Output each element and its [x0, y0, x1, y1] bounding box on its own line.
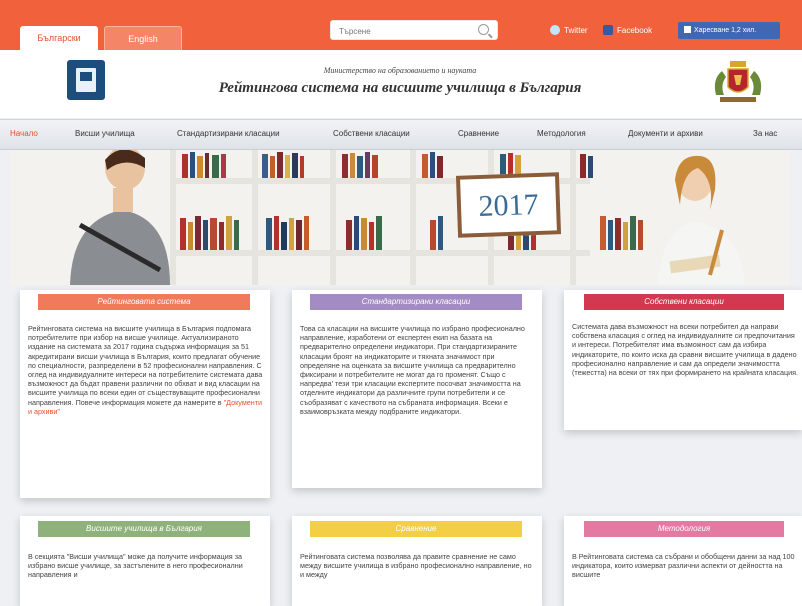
nav-item-about[interactable]: За нас [753, 129, 777, 138]
hero-banner: 2017 [10, 150, 790, 285]
site-title: Рейтингова система на висшите училища в … [218, 80, 582, 96]
facebook-icon [603, 25, 613, 35]
nav-item-methodology[interactable]: Методология [537, 129, 586, 138]
ministry-name: Министерство на образованието и науката [323, 66, 477, 75]
main-navigation: Начало Висши училища Стандартизирани кла… [0, 119, 802, 150]
facebook-like-button[interactable]: Харесване 1,2 хил. [678, 22, 780, 39]
card-standard-rankings: Стандартизирани класации Това са класаци… [292, 290, 542, 488]
twitter-label: Twitter [564, 26, 588, 35]
card-custom-rankings: Собствени класации Системата дава възмож… [564, 290, 802, 430]
card-title[interactable]: Стандартизирани класации [310, 294, 522, 310]
card-rating-system: Рейтинговата система Рейтинговата систем… [20, 290, 270, 498]
ministry-logo-icon[interactable] [67, 60, 105, 100]
nav-item-custom-rankings[interactable]: Собствени класации [333, 129, 410, 138]
search-input[interactable] [331, 22, 469, 41]
card-text: В секцията "Висши училища" може да получ… [28, 552, 243, 580]
thumbs-up-icon [684, 26, 691, 33]
facebook-label: Facebook [617, 26, 653, 35]
search-box [330, 20, 498, 41]
card-text: В Рейтинговата система са събрани и обоб… [572, 552, 795, 580]
facebook-like-label: Харесване 1,2 хил. [694, 27, 757, 34]
card-text: Системата дава възможност на всеки потре… [572, 322, 799, 378]
bookshelf-illustration [10, 150, 790, 285]
language-tab-english[interactable]: English [104, 26, 182, 50]
card-methodology: Методология В Рейтинговата система са съ… [564, 516, 802, 606]
language-tab-bulgarian[interactable]: Български [20, 26, 98, 50]
nav-item-standard-rankings[interactable]: Стандартизирани класации [177, 129, 280, 138]
card-title[interactable]: Методология [584, 521, 784, 537]
card-text: Рейтинговата система позволява да правит… [300, 552, 532, 580]
nav-item-documents[interactable]: Документи и архиви [628, 129, 703, 138]
card-universities: Висшите училища в България В секцията "В… [20, 516, 270, 606]
card-title[interactable]: Собствени класации [584, 294, 784, 310]
nav-item-comparison[interactable]: Сравнение [458, 129, 499, 138]
card-title[interactable]: Висшите училища в България [38, 521, 250, 537]
search-icon[interactable] [478, 24, 489, 35]
card-text: Рейтинговата система на висшите училища … [28, 324, 264, 416]
facebook-link[interactable]: Facebook [603, 24, 652, 38]
twitter-link[interactable]: Twitter [550, 24, 588, 38]
nav-item-home[interactable]: Начало [10, 129, 38, 138]
card-comparison: Сравнение Рейтинговата система позволява… [292, 516, 542, 606]
card-title[interactable]: Сравнение [310, 521, 522, 537]
year-2017-card: 2017 [455, 172, 562, 238]
card-text-body: Рейтинговата система на висшите училища … [28, 324, 263, 407]
nav-item-universities[interactable]: Висши училища [75, 129, 135, 138]
card-title[interactable]: Рейтинговата система [38, 294, 250, 310]
card-text: Това са класации на висшите училища по и… [300, 324, 525, 416]
coat-of-arms-icon [714, 61, 762, 102]
twitter-icon [550, 25, 560, 35]
top-bar: Български English Twitter Facebook Харес… [0, 0, 802, 50]
